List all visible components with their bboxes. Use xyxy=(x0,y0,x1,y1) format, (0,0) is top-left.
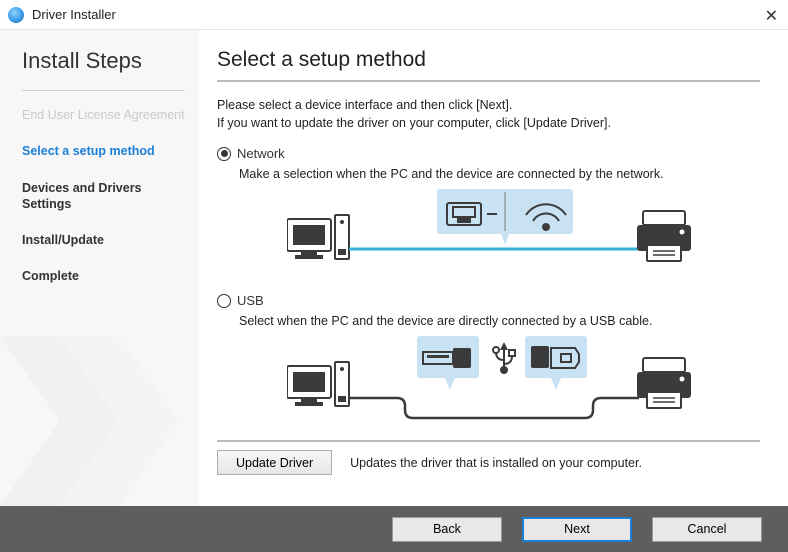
printer-icon xyxy=(637,358,691,408)
radio-network[interactable] xyxy=(217,147,231,161)
bottom-bar: Back Next Cancel xyxy=(0,506,788,552)
option-usb-desc: Select when the PC and the device are di… xyxy=(239,314,760,328)
option-usb-label: USB xyxy=(237,293,264,308)
intro-line-1: Please select a device interface and the… xyxy=(217,98,512,112)
printer-icon xyxy=(637,211,691,261)
usb-trident-icon xyxy=(493,342,515,374)
sidebar-decoration xyxy=(0,336,199,506)
step-devices-settings: Devices and Drivers Settings xyxy=(22,180,185,213)
step-eula: End User License Agreement xyxy=(22,107,185,123)
option-network-label: Network xyxy=(237,146,285,161)
network-illustration xyxy=(287,189,760,281)
close-icon[interactable]: ✕ xyxy=(765,6,778,26)
radio-usb[interactable] xyxy=(217,294,231,308)
titlebar: Driver Installer ✕ xyxy=(0,0,788,30)
usb-illustration xyxy=(287,336,760,428)
next-button[interactable]: Next xyxy=(522,517,632,542)
step-complete: Complete xyxy=(22,268,185,284)
update-driver-desc: Updates the driver that is installed on … xyxy=(350,456,642,470)
sidebar-heading: Install Steps xyxy=(22,48,185,74)
update-driver-button[interactable]: Update Driver xyxy=(217,450,332,475)
page-title: Select a setup method xyxy=(217,48,760,72)
option-network-desc: Make a selection when the PC and the dev… xyxy=(239,167,760,181)
intro-text: Please select a device interface and the… xyxy=(217,96,760,132)
sidebar: Install Steps End User License Agreement… xyxy=(0,30,199,506)
option-usb[interactable]: USB Select when the PC and the device ar… xyxy=(217,293,760,428)
window-title: Driver Installer xyxy=(32,7,116,22)
app-icon xyxy=(8,7,24,23)
step-setup-method: Select a setup method xyxy=(22,143,185,159)
intro-line-2: If you want to update the driver on your… xyxy=(217,116,611,130)
divider xyxy=(22,90,185,91)
update-driver-row: Update Driver Updates the driver that is… xyxy=(217,440,760,475)
cancel-button[interactable]: Cancel xyxy=(652,517,762,542)
option-network[interactable]: Network Make a selection when the PC and… xyxy=(217,146,760,281)
usb-a-plug-icon xyxy=(423,348,471,368)
divider xyxy=(217,80,760,82)
main-panel: Select a setup method Please select a de… xyxy=(199,30,788,506)
step-install-update: Install/Update xyxy=(22,232,185,248)
back-button[interactable]: Back xyxy=(392,517,502,542)
